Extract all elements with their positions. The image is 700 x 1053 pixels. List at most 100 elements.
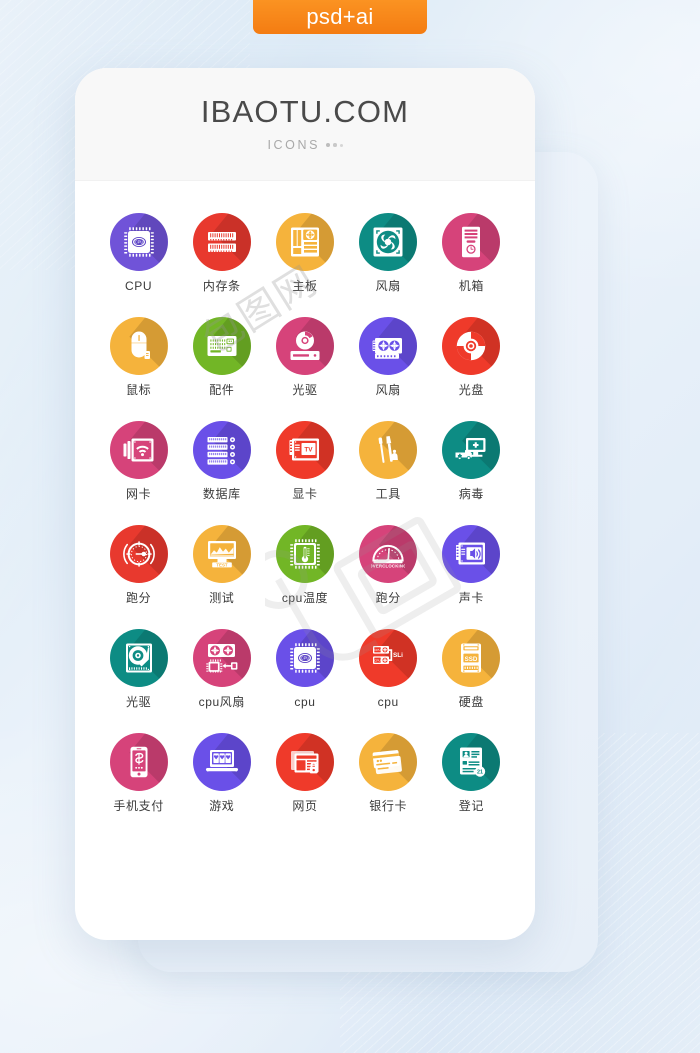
icon-label: 工具 xyxy=(375,487,401,501)
psd-ai-badge: psd+ai xyxy=(253,0,427,34)
overclocking-icon[interactable]: OVERCLOCKING xyxy=(359,525,418,583)
sound-card-icon[interactable] xyxy=(442,525,501,583)
svg-text:21: 21 xyxy=(477,769,483,775)
graphics-card-tv-icon[interactable]: TV xyxy=(275,421,334,479)
icon-cell[interactable]: 内存条 xyxy=(180,213,263,292)
svg-text:CPU: CPU xyxy=(134,240,143,245)
icon-label: CPU xyxy=(125,279,153,293)
icon-label: 测试 xyxy=(209,591,235,605)
optical-drive-icon[interactable] xyxy=(275,317,334,375)
icon-cell[interactable]: 鼠标 xyxy=(97,317,180,396)
game-laptop-icon[interactable] xyxy=(192,733,251,791)
icon-label: 病毒 xyxy=(458,487,484,501)
icon-cell[interactable]: 光驱 xyxy=(263,317,346,396)
svg-text:CPU: CPU xyxy=(375,659,381,663)
icon-label: 数据库 xyxy=(202,487,241,501)
case-fan-icon[interactable] xyxy=(359,213,418,271)
icon-label: 光盘 xyxy=(458,383,484,397)
database-icon[interactable] xyxy=(192,421,251,479)
icon-label: 跑分 xyxy=(375,591,401,605)
icon-cell[interactable]: 网页 xyxy=(263,733,346,812)
icon-label: 风扇 xyxy=(375,279,401,293)
icon-label: 游戏 xyxy=(209,799,235,813)
icon-label: cpu风扇 xyxy=(198,695,245,709)
virus-rescue-icon[interactable] xyxy=(442,421,501,479)
icon-cell[interactable]: OVERCLOCKING 跑分 xyxy=(347,525,430,604)
icon-label: 光驱 xyxy=(292,383,318,397)
test-monitor-icon[interactable]: TEST xyxy=(192,525,251,583)
card-header: IBAOTU.COM ICONS xyxy=(75,68,535,181)
accessories-icon[interactable] xyxy=(192,317,251,375)
icon-cell[interactable]: 光驱 xyxy=(97,629,180,708)
icon-cell[interactable]: 网卡 xyxy=(97,421,180,500)
icon-cell[interactable]: 跑分 xyxy=(97,525,180,604)
bank-card-icon[interactable] xyxy=(359,733,418,791)
icon-label: 配件 xyxy=(209,383,235,397)
icon-grid: CPU CPU 内存条 主板 风扇 机箱 鼠标 配件 光驱 风扇 光盘 网卡 数据库 TV 显卡 工具 病毒 跑分… xyxy=(75,181,535,812)
svg-text:TEST: TEST xyxy=(216,562,228,567)
svg-text:TV: TV xyxy=(304,447,313,454)
computer-case-icon[interactable] xyxy=(442,213,501,271)
icon-label: 登记 xyxy=(458,799,484,813)
icon-label: 网页 xyxy=(292,799,318,813)
cpu-processor-icon[interactable]: CPU xyxy=(275,629,334,687)
hard-disk-icon[interactable] xyxy=(109,629,168,687)
ssd-drive-icon[interactable]: SSD xyxy=(442,629,501,687)
brand-title: IBAOTU.COM xyxy=(200,94,410,129)
cpu-chip-icon[interactable]: CPU xyxy=(109,213,168,271)
ram-memory-icon[interactable] xyxy=(192,213,251,271)
tools-icon[interactable] xyxy=(359,421,418,479)
icon-cell[interactable]: CPU CPU SLi cpu xyxy=(347,629,430,708)
icon-label: 鼠标 xyxy=(125,383,152,397)
icon-cell[interactable]: SSD 硬盘 xyxy=(430,629,513,708)
icon-cell[interactable]: 银行卡 xyxy=(347,733,430,812)
icon-cell[interactable]: 病毒 xyxy=(430,421,513,500)
subtitle-row: ICONS xyxy=(267,138,343,152)
svg-text:CPU: CPU xyxy=(301,656,310,661)
icon-cell[interactable]: 机箱 xyxy=(430,213,513,292)
benchmark-dial-icon[interactable] xyxy=(109,525,168,583)
icon-cell[interactable]: 光盘 xyxy=(430,317,513,396)
icon-cell[interactable]: 风扇 xyxy=(347,213,430,292)
registration-icon[interactable]: 21 xyxy=(442,733,501,791)
icon-sheet-card: IBAOTU.COM ICONS CPU CPU 内存条 主板 风扇 机箱 鼠标 配件 光驱 风扇… xyxy=(75,68,535,940)
icon-cell[interactable]: CPU cpu xyxy=(263,629,346,708)
gpu-fan-icon[interactable] xyxy=(359,317,418,375)
icon-cell[interactable]: 游戏 xyxy=(180,733,263,812)
icon-label: 声卡 xyxy=(458,591,484,605)
icon-label: 网卡 xyxy=(125,487,152,501)
icon-label: 手机支付 xyxy=(113,799,164,813)
motherboard-icon[interactable] xyxy=(275,213,334,271)
icon-cell[interactable]: 主板 xyxy=(263,213,346,292)
icon-label: cpu xyxy=(294,695,316,709)
sli-bridge-icon[interactable]: CPU CPU SLi xyxy=(359,629,418,687)
cpu-cooler-icon[interactable] xyxy=(192,629,251,687)
icon-label: 银行卡 xyxy=(369,799,408,813)
icon-cell[interactable]: 手机支付 xyxy=(97,733,180,812)
mobile-payment-icon[interactable] xyxy=(109,733,168,791)
icon-cell[interactable]: 21 登记 xyxy=(430,733,513,812)
svg-text:CPU: CPU xyxy=(375,648,381,652)
icon-label: 主板 xyxy=(292,279,318,293)
icon-cell[interactable]: 声卡 xyxy=(430,525,513,604)
svg-text:SSD: SSD xyxy=(465,656,478,663)
icon-cell[interactable]: TV 显卡 xyxy=(263,421,346,500)
icon-cell[interactable]: CPU CPU xyxy=(97,213,180,292)
icon-cell[interactable]: 风扇 xyxy=(347,317,430,396)
icon-cell[interactable]: 工具 xyxy=(347,421,430,500)
mouse-icon[interactable] xyxy=(109,317,168,375)
icon-cell[interactable]: cpu温度 xyxy=(263,525,346,604)
icon-label: 光驱 xyxy=(125,695,152,709)
icon-label: 显卡 xyxy=(292,487,318,501)
network-card-icon[interactable] xyxy=(109,421,168,479)
icon-label: cpu xyxy=(377,695,399,709)
disc-icon[interactable] xyxy=(442,317,501,375)
webpage-lock-icon[interactable] xyxy=(275,733,334,791)
icon-label: 风扇 xyxy=(375,383,401,397)
icon-cell[interactable]: TEST 测试 xyxy=(180,525,263,604)
icon-cell[interactable]: cpu风扇 xyxy=(180,629,263,708)
icon-cell[interactable]: 配件 xyxy=(180,317,263,396)
icon-cell[interactable]: 数据库 xyxy=(180,421,263,500)
icon-label: cpu温度 xyxy=(281,591,329,605)
cpu-temperature-icon[interactable] xyxy=(275,525,334,583)
